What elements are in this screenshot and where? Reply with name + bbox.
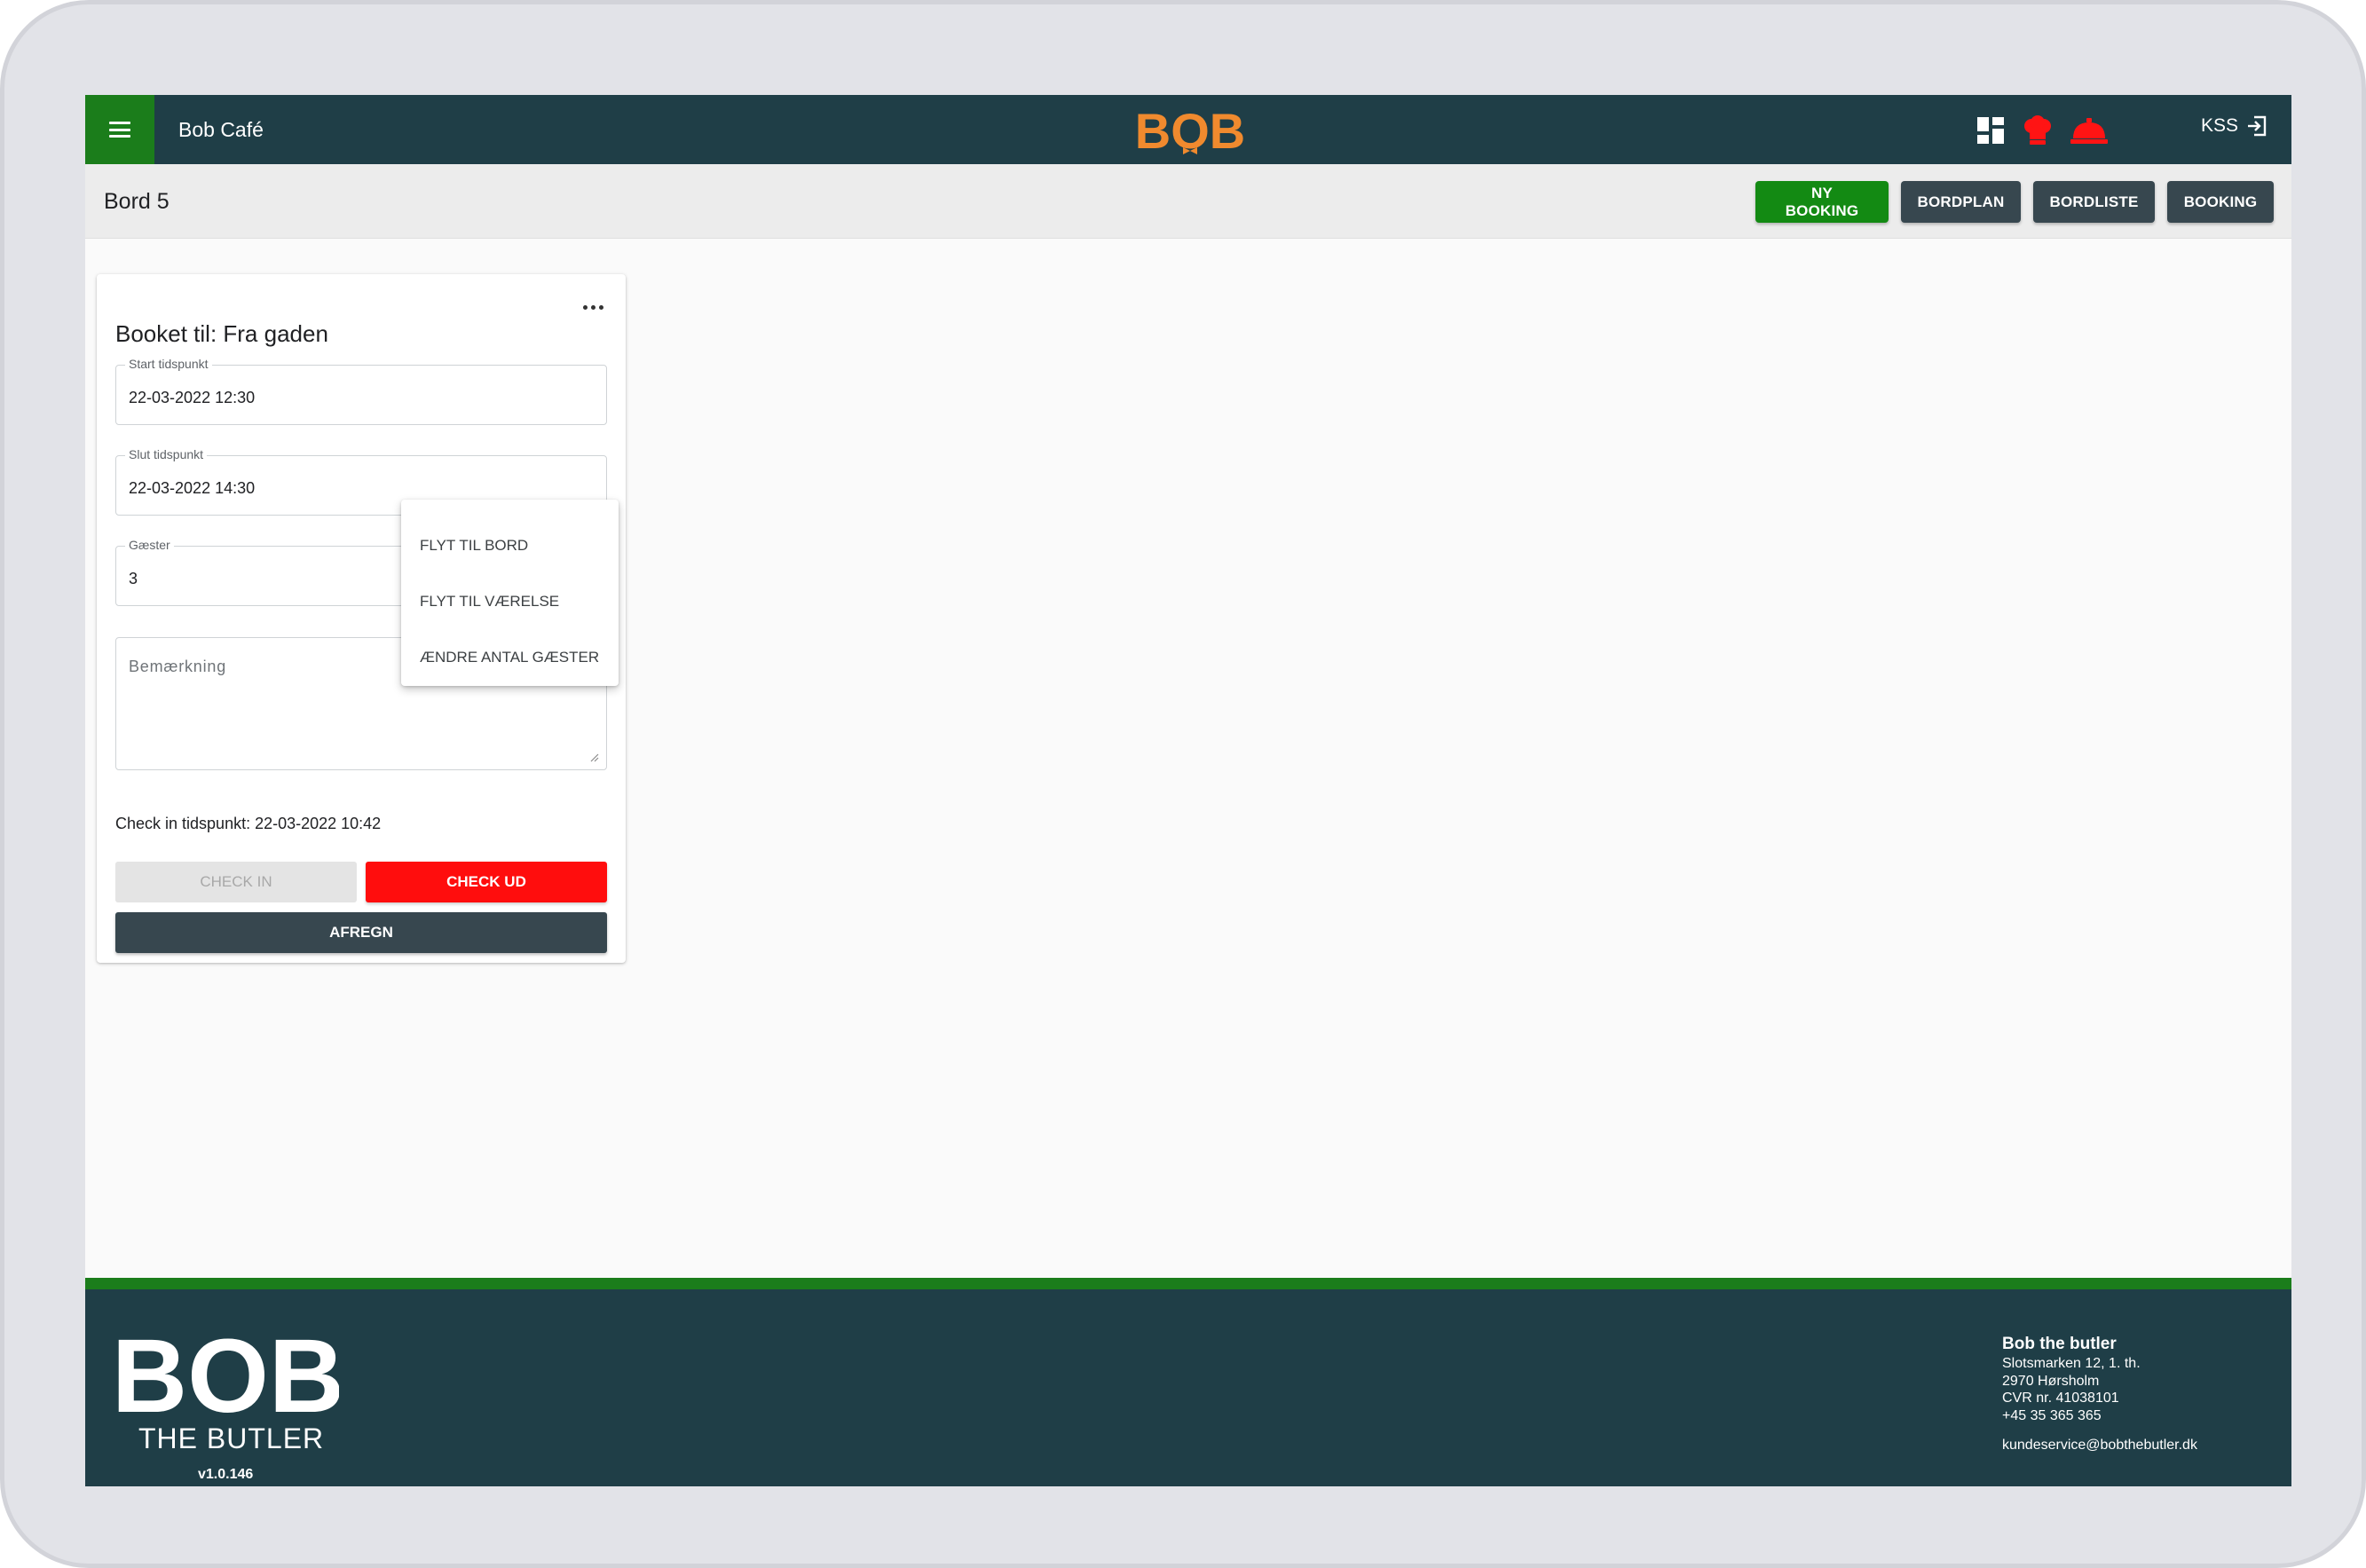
app-version: v1.0.146 [198,1467,254,1482]
end-time-value: 22-03-2022 14:30 [129,479,256,497]
check-in-button[interactable]: CHECK IN [115,862,357,902]
company-phone: +45 35 365 365 [2002,1407,2102,1423]
booking-title: Booket til: Fra gaden [115,320,328,347]
menu-item-move-to-table[interactable]: FLYT TIL BORD [401,517,619,573]
app-screen: Bob Café BOB KSS Bord 5 NY BOOKING BORDP… [85,95,2291,1486]
check-out-button[interactable]: CHECK UD [366,862,607,902]
page-title: Bord 5 [104,189,170,214]
bob-logo-text: BOB [1135,106,1245,155]
room-service-bell-icon[interactable] [2070,115,2109,146]
logout-icon [2248,115,2267,137]
company-info: Bob the butler Slotsmarken 12, 1. th. 29… [2002,1334,2197,1454]
footer-logo: BOB [117,1327,339,1415]
table-list-button[interactable]: BORDLISTE [2033,181,2155,223]
header-actions: NY BOOKING BORDPLAN BORDLISTE BOOKING [1755,181,2274,223]
start-time-value: 22-03-2022 12:30 [129,389,256,406]
settle-button[interactable]: AFREGN [115,912,607,953]
tablet-frame: Bob Café BOB KSS Bord 5 NY BOOKING BORDP… [0,0,2366,1568]
end-time-label: Slut tidspunkt [125,447,208,461]
top-app-bar: Bob Café BOB KSS [85,95,2291,164]
company-street: Slotsmarken 12, 1. th. [2002,1356,2141,1371]
cafe-name: Bob Café [178,118,264,141]
menu-item-move-to-room[interactable]: FLYT TIL VÆRELSE [401,573,619,629]
footer-logo-text: BOB [117,1327,339,1415]
booking-button[interactable]: BOOKING [2167,181,2274,223]
footer: BOB THE BUTLER v1.0.146 Bob the butler S… [85,1289,2291,1486]
more-options-icon[interactable] [580,301,606,313]
options-dropdown: FLYT TIL BORD FLYT TIL VÆRELSE ÆNDRE ANT… [401,500,619,686]
guests-label: Gæster [125,538,174,552]
user-logout[interactable]: KSS [2201,114,2268,138]
company-city: 2970 Hørsholm [2002,1373,2100,1389]
company-email[interactable]: kundeservice@bobthebutler.dk [2002,1437,2197,1454]
menu-item-change-guests[interactable]: ÆNDRE ANTAL GÆSTER [401,629,619,685]
chef-hat-icon[interactable] [2022,114,2054,146]
company-name: Bob the butler [2002,1335,2117,1353]
start-time-label: Start tidspunkt [125,357,212,371]
topbar-icons [1976,113,2109,148]
page-header: Bord 5 NY BOOKING BORDPLAN BORDLISTE BOO… [85,164,2291,239]
dashboard-icon[interactable] [1976,115,2006,146]
start-time-field[interactable]: Start tidspunkt 22-03-2022 12:30 [115,357,607,425]
footer-accent-line [85,1278,2291,1289]
bob-logo[interactable]: BOB [1135,106,1245,155]
booking-card: Booket til: Fra gaden Start tidspunkt 22… [97,274,626,963]
checkin-timestamp: Check in tidspunkt: 22-03-2022 10:42 [115,815,382,832]
new-booking-button[interactable]: NY BOOKING [1755,181,1889,223]
menu-button[interactable] [85,95,154,164]
table-plan-button[interactable]: BORDPLAN [1901,181,2021,223]
guests-value: 3 [129,570,138,587]
hamburger-icon [109,122,130,138]
footer-tagline: THE BUTLER [138,1422,325,1454]
remark-placeholder: Bemærkning [129,658,227,675]
company-cvr: CVR nr. 41038101 [2002,1391,2119,1406]
resize-handle-icon[interactable] [588,752,599,762]
user-initials: KSS [2201,115,2239,136]
